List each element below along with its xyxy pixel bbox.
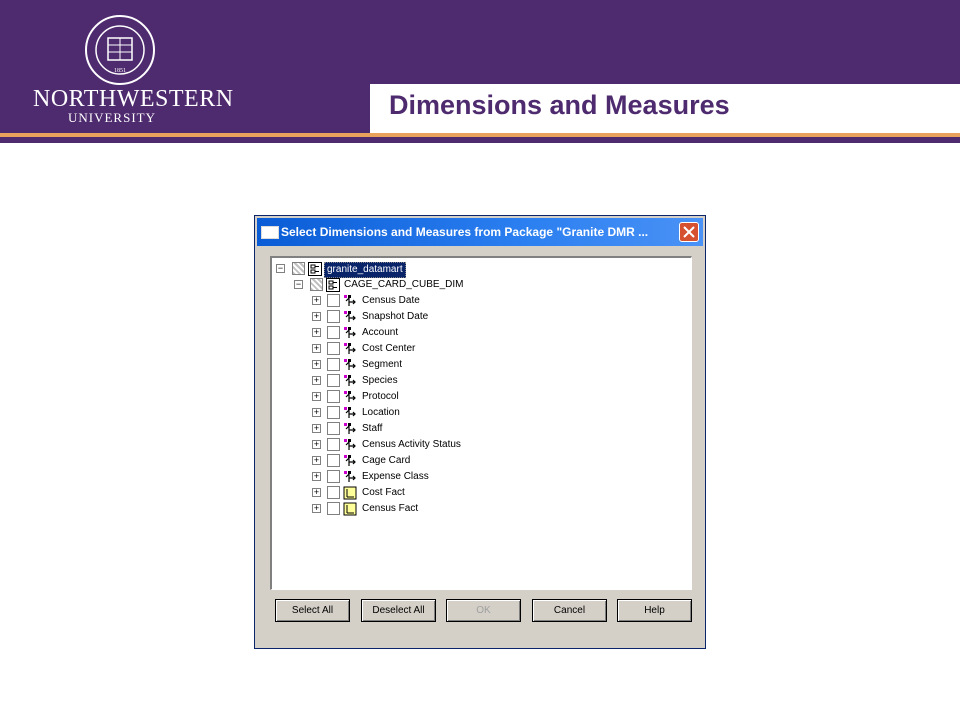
tree-item-checkbox[interactable] xyxy=(327,374,340,387)
expand-icon[interactable]: + xyxy=(312,408,321,417)
tree-item-label[interactable]: Cost Center xyxy=(362,342,415,356)
header-bottom-rule xyxy=(0,137,960,143)
tree-item-label[interactable]: Snapshot Date xyxy=(362,310,428,324)
dimension-icon xyxy=(344,439,356,450)
expand-icon[interactable]: + xyxy=(312,360,321,369)
ok-button[interactable]: OK xyxy=(446,599,521,622)
expand-icon[interactable]: + xyxy=(312,456,321,465)
expand-icon[interactable]: + xyxy=(312,504,321,513)
tree-item-checkbox[interactable] xyxy=(327,326,340,339)
package-icon xyxy=(308,262,322,276)
dialog-title: Select Dimensions and Measures from Pack… xyxy=(281,225,649,239)
window-icon xyxy=(261,226,279,239)
measure-icon xyxy=(343,486,357,500)
tree-item-label[interactable]: Location xyxy=(362,406,400,420)
svg-text:1851: 1851 xyxy=(114,68,126,74)
tree-item-label[interactable]: Cage Card xyxy=(362,454,410,468)
dimension-icon xyxy=(344,327,356,338)
tree-item-checkbox[interactable] xyxy=(327,454,340,467)
dimension-icon xyxy=(344,423,356,434)
tree-item-label[interactable]: Cost Fact xyxy=(362,486,405,500)
tree-item-label[interactable]: Expense Class xyxy=(362,470,429,484)
help-button[interactable]: Help xyxy=(617,599,692,622)
expand-icon[interactable]: + xyxy=(312,328,321,337)
select-dimensions-dialog: Select Dimensions and Measures from Pack… xyxy=(254,215,706,649)
cube-checkbox[interactable] xyxy=(310,278,323,291)
collapse-icon[interactable]: − xyxy=(276,264,285,273)
measure-icon xyxy=(343,502,357,516)
expand-icon[interactable]: + xyxy=(312,376,321,385)
expand-icon[interactable]: + xyxy=(312,296,321,305)
page-title: Dimensions and Measures xyxy=(383,90,736,121)
expand-icon[interactable]: + xyxy=(312,424,321,433)
tree-item-checkbox[interactable] xyxy=(327,342,340,355)
dimension-icon xyxy=(344,359,356,370)
expand-icon[interactable]: + xyxy=(312,392,321,401)
tree-item-label[interactable]: Segment xyxy=(362,358,402,372)
tree-item-checkbox[interactable] xyxy=(327,390,340,403)
tree-view[interactable]: − granite_datamart − CAGE_CARD_CUBE_DIM … xyxy=(270,256,692,590)
dimension-icon xyxy=(344,391,356,402)
tree-root-label[interactable]: granite_datamart xyxy=(324,262,406,278)
logo-wordmark: NORTHWESTERN xyxy=(33,86,234,112)
collapse-icon[interactable]: − xyxy=(294,280,303,289)
expand-icon[interactable]: + xyxy=(312,312,321,321)
tree-item-checkbox[interactable] xyxy=(327,486,340,499)
select-all-button[interactable]: Select All xyxy=(275,599,350,622)
close-button[interactable] xyxy=(679,222,699,242)
tree-item-checkbox[interactable] xyxy=(327,502,340,515)
package-icon xyxy=(326,278,340,292)
tree-item-label[interactable]: Census Fact xyxy=(362,502,418,516)
close-icon xyxy=(683,226,695,238)
header-band: 1851 NORTHWESTERN UNIVERSITY Dimensions … xyxy=(0,0,960,133)
logo-subtitle: UNIVERSITY xyxy=(68,110,156,125)
dimension-icon xyxy=(344,471,356,482)
dimension-icon xyxy=(344,407,356,418)
expand-icon[interactable]: + xyxy=(312,440,321,449)
tree-item-checkbox[interactable] xyxy=(327,438,340,451)
expand-icon[interactable]: + xyxy=(312,344,321,353)
tree-item-checkbox[interactable] xyxy=(327,422,340,435)
tree-item-checkbox[interactable] xyxy=(327,358,340,371)
dimension-icon xyxy=(344,455,356,466)
tree-item-label[interactable]: Census Date xyxy=(362,294,420,308)
cancel-button[interactable]: Cancel xyxy=(532,599,607,622)
tree-cube-label[interactable]: CAGE_CARD_CUBE_DIM xyxy=(344,278,463,292)
tree-item-checkbox[interactable] xyxy=(327,470,340,483)
root-checkbox[interactable] xyxy=(292,262,305,275)
tree-item-label[interactable]: Census Activity Status xyxy=(362,438,461,452)
dialog-titlebar[interactable]: Select Dimensions and Measures from Pack… xyxy=(257,218,703,246)
tree-item-label[interactable]: Species xyxy=(362,374,398,388)
expand-icon[interactable]: + xyxy=(312,472,321,481)
expand-icon[interactable]: + xyxy=(312,488,321,497)
deselect-all-button[interactable]: Deselect All xyxy=(361,599,436,622)
tree-item-label[interactable]: Protocol xyxy=(362,390,399,404)
dimension-icon xyxy=(344,343,356,354)
dimension-icon xyxy=(344,375,356,386)
dimension-icon xyxy=(344,295,356,306)
dimension-icon xyxy=(344,311,356,322)
university-seal-icon: 1851 xyxy=(85,15,155,85)
tree-item-label[interactable]: Staff xyxy=(362,422,382,436)
tree-item-checkbox[interactable] xyxy=(327,310,340,323)
tree-item-checkbox[interactable] xyxy=(327,294,340,307)
tree-item-label[interactable]: Account xyxy=(362,326,398,340)
tree-item-checkbox[interactable] xyxy=(327,406,340,419)
